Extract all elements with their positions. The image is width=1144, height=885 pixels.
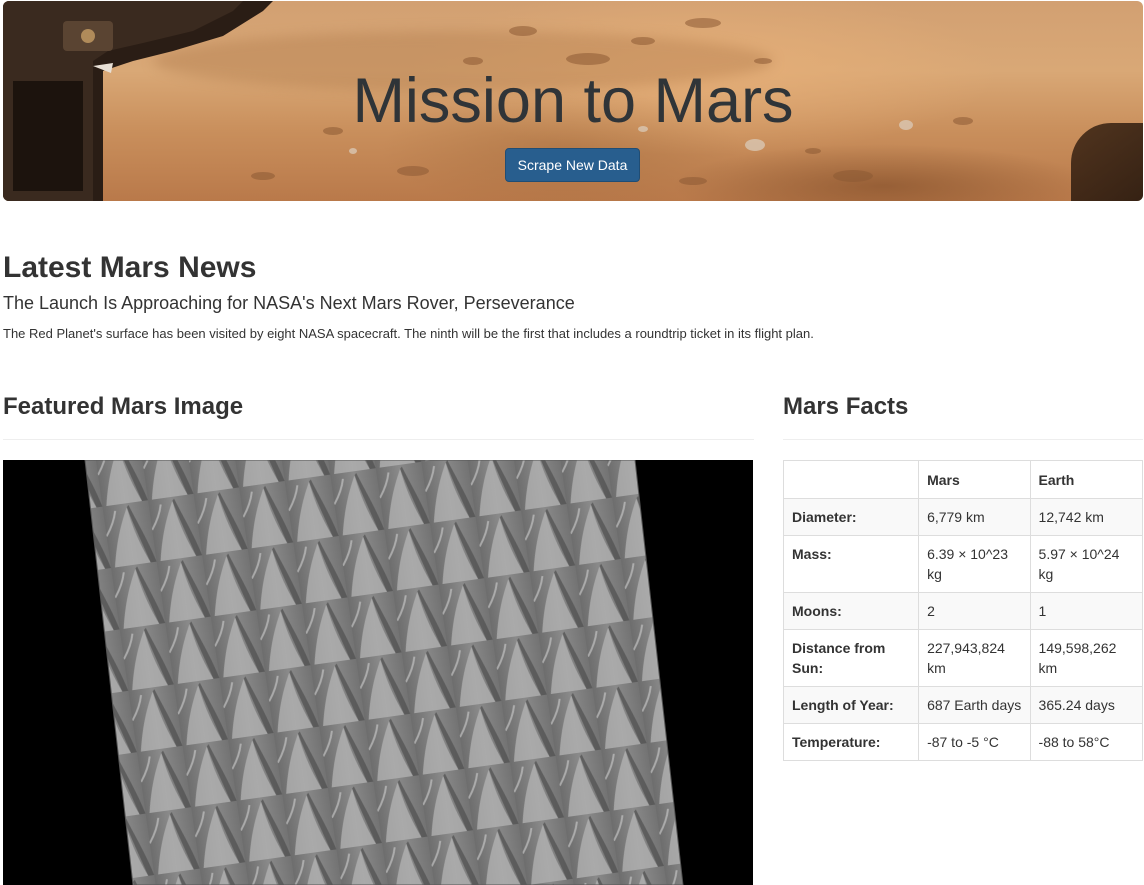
row-label: Diameter: — [782, 498, 920, 536]
table-row: Moons: 2 1 — [782, 592, 1144, 630]
mars-facts-table: Mars Earth Diameter: 6,779 km 12,742 km … — [782, 460, 1144, 761]
news-paragraph: The Red Planet's surface has been visite… — [3, 326, 814, 341]
row-label: Temperature: — [782, 723, 920, 761]
table-row: Temperature: -87 to -5 °C -88 to 58°C — [782, 723, 1144, 761]
mars-value: 227,943,824 km — [918, 629, 1031, 687]
table-header-cell: Mars — [918, 460, 1031, 499]
mars-value: 687 Earth days — [918, 686, 1031, 724]
scrape-new-data-button[interactable]: Scrape New Data — [505, 148, 640, 182]
mars-value: 6.39 × 10^23 kg — [918, 535, 1031, 593]
featured-divider — [3, 439, 754, 440]
table-row: Mass: 6.39 × 10^23 kg 5.97 × 10^24 kg — [782, 535, 1144, 593]
earth-value: 1 — [1029, 592, 1144, 630]
mars-facts-heading: Mars Facts — [783, 393, 909, 420]
row-label: Length of Year: — [782, 686, 920, 724]
earth-value: 149,598,262 km — [1029, 629, 1144, 687]
earth-value: -88 to 58°C — [1029, 723, 1144, 761]
news-heading: Latest Mars News — [3, 251, 257, 284]
table-header-cell: Earth — [1029, 460, 1144, 499]
table-row: Diameter: 6,779 km 12,742 km — [782, 498, 1144, 536]
table-header-row: Mars Earth — [782, 460, 1144, 499]
mars-value: -87 to -5 °C — [918, 723, 1031, 761]
facts-divider — [783, 439, 1143, 440]
earth-value: 365.24 days — [1029, 686, 1144, 724]
earth-value: 5.97 × 10^24 kg — [1029, 535, 1144, 593]
table-row: Distance from Sun: 227,943,824 km 149,59… — [782, 629, 1144, 687]
table-row: Length of Year: 687 Earth days 365.24 da… — [782, 686, 1144, 724]
featured-image-dunes — [84, 460, 684, 885]
page-title: Mission to Mars — [352, 66, 794, 136]
row-label: Mass: — [782, 535, 920, 593]
earth-value: 12,742 km — [1029, 498, 1144, 536]
featured-mars-image — [3, 460, 753, 885]
featured-image-heading: Featured Mars Image — [3, 393, 244, 420]
row-label: Moons: — [782, 592, 920, 630]
hero-banner: Mission to Mars Scrape New Data — [3, 1, 1143, 201]
mars-value: 2 — [918, 592, 1031, 630]
row-label: Distance from Sun: — [782, 629, 920, 687]
news-title: The Launch Is Approaching for NASA's Nex… — [3, 293, 575, 313]
table-header-cell — [782, 460, 920, 499]
mars-value: 6,779 km — [918, 498, 1031, 536]
